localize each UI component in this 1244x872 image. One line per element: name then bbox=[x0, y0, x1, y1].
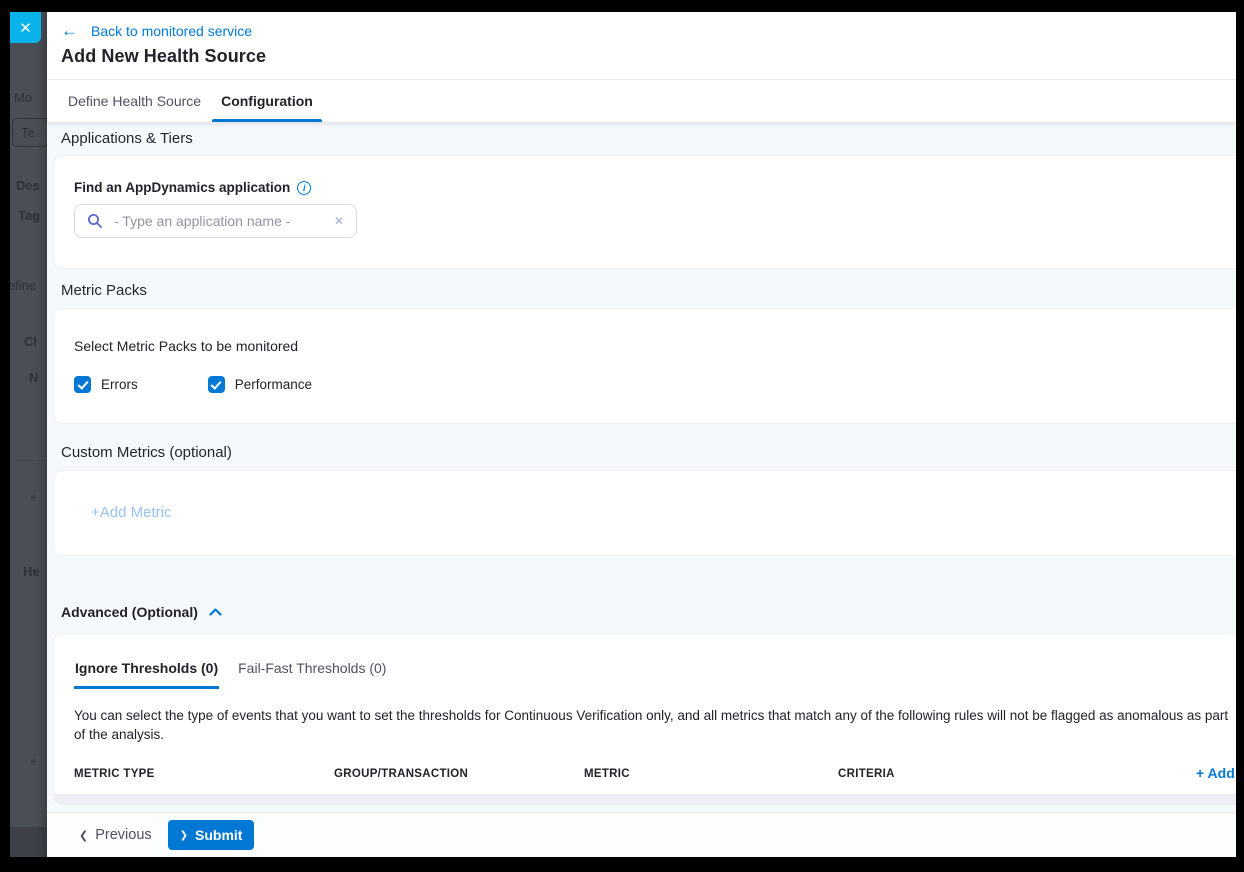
metric-packs-subtitle: Select Metric Packs to be monitored bbox=[74, 338, 1236, 354]
checkbox-checked-icon bbox=[208, 376, 225, 393]
thresholds-card: Ignore Thresholds (0) Fail-Fast Threshol… bbox=[54, 634, 1236, 804]
applications-tiers-card: Find an AppDynamics application i ✕ bbox=[54, 156, 1236, 268]
wizard-tab-bar: Define Health Source Configuration bbox=[47, 80, 1236, 122]
column-metric-type: METRIC TYPE bbox=[74, 768, 334, 780]
metric-packs-options: Errors Performance bbox=[74, 376, 1236, 393]
tab-fail-fast-thresholds[interactable]: Fail-Fast Thresholds (0) bbox=[237, 660, 387, 689]
tab-ignore-thresholds[interactable]: Ignore Thresholds (0) bbox=[74, 660, 219, 689]
tab-label: Configuration bbox=[221, 93, 313, 109]
drawer-header: ← Back to monitored service Add New Heal… bbox=[47, 12, 1236, 80]
background-text-fragment: Tag bbox=[18, 208, 40, 223]
background-text-fragment: Te bbox=[21, 125, 35, 140]
back-arrow-icon: ← bbox=[61, 24, 78, 38]
metric-packs-section-title: Metric Packs bbox=[47, 268, 1236, 309]
tab-configuration[interactable]: Configuration bbox=[211, 80, 323, 122]
find-application-label-text: Find an AppDynamics application bbox=[74, 180, 290, 195]
application-search-box: ✕ bbox=[74, 204, 357, 238]
background-text-fragment: He bbox=[23, 564, 40, 579]
submit-button[interactable]: ❯ Submit bbox=[168, 820, 255, 850]
previous-button[interactable]: ❮ Previous bbox=[79, 827, 152, 843]
checkbox-checked-icon bbox=[74, 376, 91, 393]
custom-metrics-card: +Add Metric bbox=[54, 471, 1236, 555]
background-text-fragment: Cl bbox=[24, 334, 37, 349]
thresholds-description-line1: You can select the type of events that y… bbox=[74, 706, 1236, 725]
tab-label: Fail-Fast Thresholds (0) bbox=[238, 660, 386, 676]
submit-button-label: Submit bbox=[195, 827, 242, 843]
drawer-footer: ❮ Previous ❯ Submit bbox=[47, 812, 1236, 857]
checkbox-performance[interactable]: Performance bbox=[208, 376, 312, 393]
close-drawer-button[interactable]: ✕ bbox=[10, 12, 41, 43]
column-metric: METRIC bbox=[584, 768, 838, 780]
thresholds-tab-bar: Ignore Thresholds (0) Fail-Fast Threshol… bbox=[54, 660, 1236, 689]
back-link-label: Back to monitored service bbox=[91, 23, 252, 39]
advanced-optional-label: Advanced (Optional) bbox=[61, 604, 198, 620]
custom-metrics-section-title: Custom Metrics (optional) bbox=[47, 423, 1236, 471]
tab-label: Ignore Thresholds (0) bbox=[75, 660, 218, 676]
background-text-fragment: Des bbox=[16, 178, 40, 193]
clear-search-icon[interactable]: ✕ bbox=[334, 214, 344, 228]
add-metric-button[interactable]: +Add Metric bbox=[91, 504, 171, 521]
background-text-fragment: Mo bbox=[14, 90, 32, 105]
previous-button-label: Previous bbox=[95, 827, 151, 843]
checkbox-label: Errors bbox=[101, 377, 138, 392]
search-icon bbox=[87, 213, 103, 229]
checkbox-errors[interactable]: Errors bbox=[74, 376, 138, 393]
thresholds-table-header: METRIC TYPE GROUP/TRANSACTION METRIC CRI… bbox=[54, 768, 1236, 794]
info-icon[interactable]: i bbox=[297, 181, 311, 195]
empty-table-strip bbox=[54, 794, 1236, 804]
chevron-right-icon: ❯ bbox=[180, 830, 188, 841]
application-search-input[interactable] bbox=[114, 213, 323, 229]
column-criteria: CRITERIA bbox=[838, 768, 895, 780]
chevron-left-icon: ❮ bbox=[79, 829, 88, 842]
find-application-label: Find an AppDynamics application i bbox=[74, 180, 1236, 195]
page-title: Add New Health Source bbox=[61, 46, 1236, 67]
background-divider bbox=[10, 460, 47, 461]
chevron-up-icon bbox=[209, 608, 222, 616]
background-text-fragment: N bbox=[29, 370, 38, 385]
column-group-transaction: GROUP/TRANSACTION bbox=[334, 768, 584, 780]
background-footer-band bbox=[10, 827, 47, 857]
metric-packs-card: Select Metric Packs to be monitored Erro… bbox=[54, 309, 1236, 423]
background-input-fragment: Te bbox=[12, 118, 47, 147]
tab-define-health-source[interactable]: Define Health Source bbox=[58, 80, 211, 122]
add-threshold-button[interactable]: + Add Threshold bbox=[1196, 765, 1236, 781]
close-icon: ✕ bbox=[19, 19, 32, 37]
background-text-fragment: efine bbox=[10, 278, 36, 293]
thresholds-description: You can select the type of events that y… bbox=[74, 706, 1236, 744]
checkbox-label: Performance bbox=[235, 377, 312, 392]
background-plus-fragment: + bbox=[30, 490, 38, 505]
add-health-source-drawer: ← Back to monitored service Add New Heal… bbox=[47, 12, 1236, 857]
tab-label: Define Health Source bbox=[68, 93, 201, 109]
configuration-content: Applications & Tiers Find an AppDynamics… bbox=[47, 122, 1236, 812]
background-plus-fragment: + bbox=[30, 754, 38, 769]
thresholds-description-line2: of the analysis. bbox=[74, 725, 1236, 744]
advanced-optional-toggle[interactable]: Advanced (Optional) bbox=[61, 604, 1236, 620]
applications-tiers-section-title: Applications & Tiers bbox=[47, 122, 1236, 156]
dimmed-background-page: Mo Te Des Tag efine Cl N + He + bbox=[10, 12, 47, 857]
back-to-monitored-service-link[interactable]: ← Back to monitored service bbox=[61, 23, 1236, 39]
